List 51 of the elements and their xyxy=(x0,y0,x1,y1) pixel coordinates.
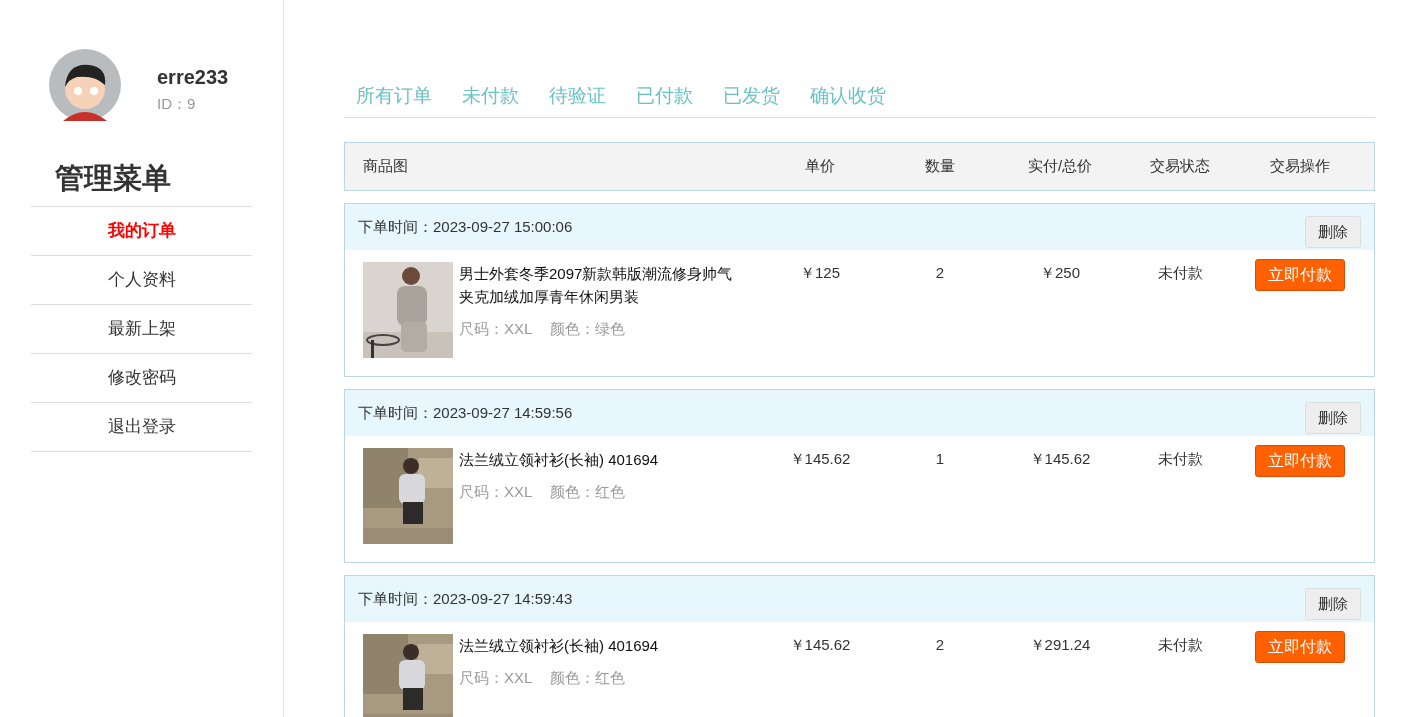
product-title: 男士外套冬季2097新款韩版潮流修身帅气夹克加绒加厚青年休闲男装 xyxy=(459,264,734,307)
order-tab[interactable]: 所有订单 xyxy=(356,83,432,109)
column-header: 实付/总价 xyxy=(1026,156,1094,177)
quantity: 1 xyxy=(934,449,946,469)
order-status: 未付款 xyxy=(1156,449,1204,469)
delete-button[interactable]: 删除 xyxy=(1305,216,1361,248)
order-time: 下单时间：2023-09-27 14:59:43 xyxy=(358,588,573,609)
pay-button[interactable]: 立即付款 xyxy=(1255,631,1345,663)
unit-price: ￥125 xyxy=(799,263,841,283)
menu-item[interactable]: 个人资料 xyxy=(107,267,176,293)
menu-item[interactable]: 最新上架 xyxy=(107,316,176,342)
menu-title: 管理菜单 xyxy=(55,161,172,195)
delete-button[interactable]: 删除 xyxy=(1305,588,1361,620)
menu-item[interactable]: 我的订单 xyxy=(107,218,176,244)
order-tab[interactable]: 已付款 xyxy=(636,83,693,109)
order-tab[interactable]: 未付款 xyxy=(462,83,519,109)
avatar-icon xyxy=(49,49,121,121)
username: erre233 xyxy=(157,65,229,90)
order-time: 下单时间：2023-09-27 15:00:06 xyxy=(358,216,573,237)
size-label: 尺码：XXL xyxy=(459,319,533,339)
size-label: 尺码：XXL xyxy=(459,668,533,688)
total-price: ￥145.62 xyxy=(1028,449,1092,469)
user-id: ID：9 xyxy=(157,94,197,114)
color-label: 颜色：红色 xyxy=(550,668,626,688)
pay-button[interactable]: 立即付款 xyxy=(1255,445,1345,477)
product-title: 法兰绒立领衬衫(长袖) 401694 xyxy=(459,450,660,470)
order-status: 未付款 xyxy=(1156,635,1204,655)
unit-price: ￥145.62 xyxy=(788,449,852,469)
order-time: 下单时间：2023-09-27 14:59:56 xyxy=(358,402,573,423)
column-header: 交易状态 xyxy=(1149,156,1211,177)
size-label: 尺码：XXL xyxy=(459,482,533,502)
pay-button[interactable]: 立即付款 xyxy=(1255,259,1345,291)
order-tab[interactable]: 待验证 xyxy=(549,83,606,109)
product-title: 法兰绒立领衬衫(长袖) 401694 xyxy=(459,636,660,656)
color-label: 颜色：绿色 xyxy=(550,319,626,339)
column-header: 数量 xyxy=(924,156,956,177)
quantity: 2 xyxy=(934,263,946,283)
column-header: 商品图 xyxy=(362,156,409,177)
delete-button[interactable]: 删除 xyxy=(1305,402,1361,434)
color-label: 颜色：红色 xyxy=(550,482,626,502)
column-header: 单价 xyxy=(804,156,836,177)
order-tab[interactable]: 确认收货 xyxy=(810,83,886,109)
menu-item[interactable]: 修改密码 xyxy=(107,365,176,391)
column-header: 交易操作 xyxy=(1269,156,1331,177)
order-status: 未付款 xyxy=(1156,263,1204,283)
menu-item[interactable]: 退出登录 xyxy=(107,414,176,440)
total-price: ￥250 xyxy=(1039,263,1081,283)
unit-price: ￥145.62 xyxy=(788,635,852,655)
total-price: ￥291.24 xyxy=(1028,635,1092,655)
quantity: 2 xyxy=(934,635,946,655)
order-tab[interactable]: 已发货 xyxy=(723,83,780,109)
